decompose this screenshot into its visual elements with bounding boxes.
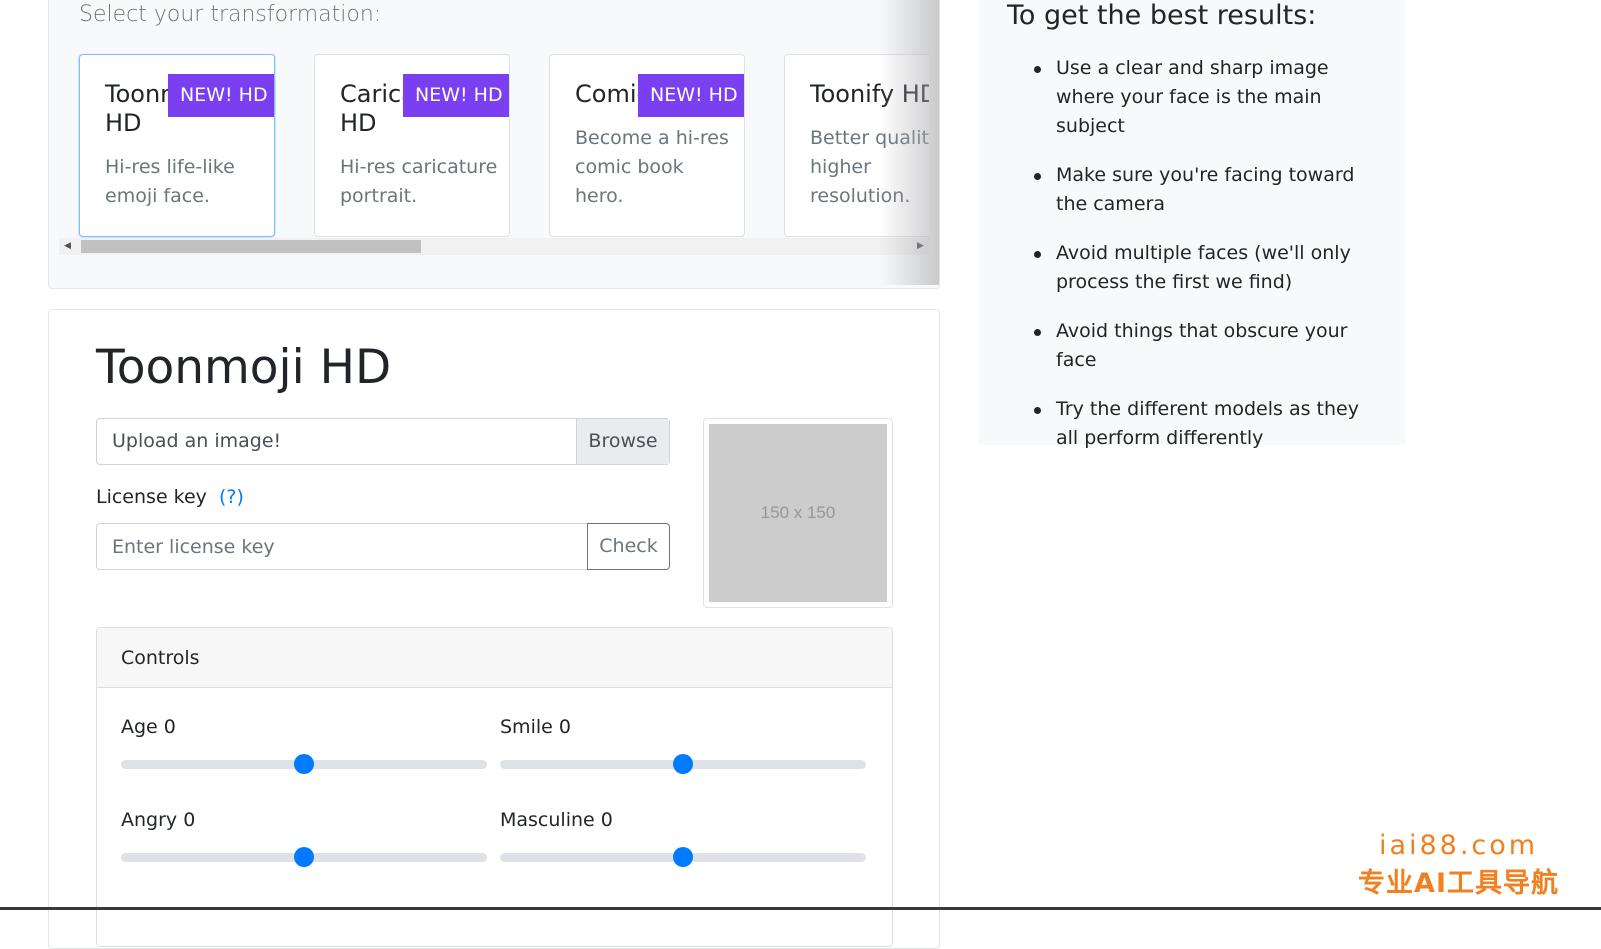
license-key-input[interactable] xyxy=(96,523,588,570)
age-control: Age 0 xyxy=(121,716,489,774)
card-description: Hi-res caricature portrait. xyxy=(340,156,498,207)
license-help-link[interactable]: (?) xyxy=(219,486,244,508)
scrollbar-thumb[interactable] xyxy=(81,240,421,253)
new-hd-badge: NEW! HD xyxy=(403,74,509,117)
transformation-carousel: Toonmoji HD NEW! HD Hi-res life-like emo… xyxy=(59,54,929,238)
tips-list: Use a clear and sharp image where your f… xyxy=(1034,54,1386,473)
scroll-left-arrow-icon[interactable]: ◀ xyxy=(59,238,76,255)
check-button[interactable]: Check xyxy=(587,523,670,570)
browse-button[interactable]: Browse xyxy=(576,419,669,464)
age-slider-thumb[interactable] xyxy=(294,754,314,774)
tip-item: Make sure you're facing toward the camer… xyxy=(1034,161,1386,219)
watermark-tagline: 专业AI工具导航 xyxy=(1358,868,1559,899)
select-transformation-title: Select your transformation: xyxy=(79,2,382,27)
carousel-scrollbar[interactable]: ◀ ▶ xyxy=(59,238,929,255)
card-description: Become a hi-res comic book hero. xyxy=(575,127,729,207)
tip-item: Avoid multiple faces (we'll only process… xyxy=(1034,239,1386,297)
card-description: Hi-res life-like emoji face. xyxy=(105,156,235,207)
tip-item: Try the different models as they all per… xyxy=(1034,395,1386,453)
license-key-label-text: License key xyxy=(96,486,207,508)
new-hd-badge: NEW! HD xyxy=(168,74,274,117)
card-toonmoji-hd[interactable]: Toonmoji HD NEW! HD Hi-res life-like emo… xyxy=(79,54,275,237)
card-caricature-hd[interactable]: Caricature HD NEW! HD Hi-res caricature … xyxy=(314,54,510,237)
age-label: Age 0 xyxy=(121,716,176,738)
transformation-panel: Select your transformation: Toonmoji HD … xyxy=(48,0,940,289)
image-preview: 150 x 150 xyxy=(703,418,893,608)
license-key-label: License key (?) xyxy=(96,486,244,508)
smile-label: Smile 0 xyxy=(500,716,571,738)
carousel-fade-overlay xyxy=(879,0,939,285)
masculine-slider-thumb[interactable] xyxy=(673,847,693,867)
controls-card: Controls Age 0 Smile 0 Angry 0 Masculine… xyxy=(96,627,893,947)
tips-title: To get the best results: xyxy=(1007,0,1317,31)
upload-label: Upload an image! xyxy=(112,430,282,452)
tip-item: Use a clear and sharp image where your f… xyxy=(1034,54,1386,141)
site-watermark: iai88.com 专业AI工具导航 xyxy=(1358,830,1559,900)
bottom-border xyxy=(0,907,1601,910)
smile-control: Smile 0 xyxy=(500,716,868,774)
masculine-label: Masculine 0 xyxy=(500,809,613,831)
watermark-domain: iai88.com xyxy=(1378,830,1539,861)
masculine-control: Masculine 0 xyxy=(500,809,868,867)
smile-slider-thumb[interactable] xyxy=(673,754,693,774)
angry-control: Angry 0 xyxy=(121,809,489,867)
tips-panel: To get the best results: Use a clear and… xyxy=(978,0,1406,449)
model-panel: Toonmoji HD Upload an image! Browse Lice… xyxy=(48,309,940,949)
page-title: Toonmoji HD xyxy=(96,340,392,395)
tip-item: Avoid things that obscure your face xyxy=(1034,317,1386,375)
angry-slider-thumb[interactable] xyxy=(294,847,314,867)
new-hd-badge: NEW! HD xyxy=(638,74,744,117)
angry-label: Angry 0 xyxy=(121,809,196,831)
controls-header: Controls xyxy=(97,628,892,688)
preview-placeholder: 150 x 150 xyxy=(709,424,887,602)
license-key-group: Check xyxy=(96,523,670,570)
image-upload-field[interactable]: Upload an image! Browse xyxy=(96,418,670,465)
card-comic-hd[interactable]: Comic HD NEW! HD Become a hi-res comic b… xyxy=(549,54,745,237)
